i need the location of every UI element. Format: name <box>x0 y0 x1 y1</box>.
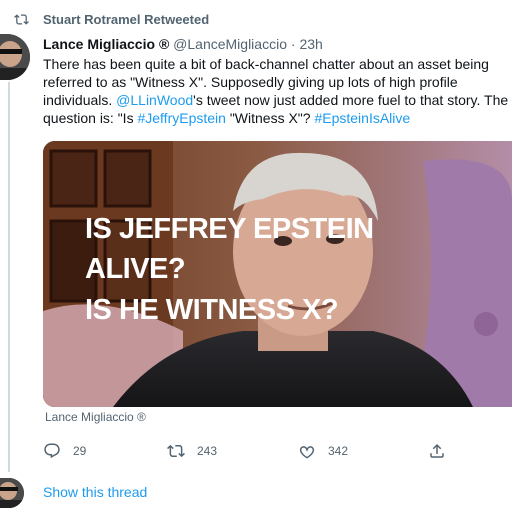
reply-button[interactable]: 29 <box>43 442 86 460</box>
share-button[interactable] <box>428 442 458 460</box>
retweet-banner[interactable]: Stuart Rotramel Retweeted <box>14 9 209 29</box>
retweet-icon <box>167 444 185 458</box>
tweet-text: There has been quite a bit of back-chann… <box>43 55 512 127</box>
avatar[interactable] <box>0 34 30 80</box>
like-button[interactable]: 342 <box>298 442 348 460</box>
show-thread-link[interactable]: Show this thread <box>43 484 147 500</box>
media-tag-caption[interactable]: Lance Migliaccio ® <box>45 410 146 424</box>
thread-connector-line <box>8 82 10 472</box>
time-separator: · <box>290 36 296 52</box>
tweet-actions: 29 243 342 <box>43 442 463 462</box>
tweet-text-segment: question is: "Is <box>43 110 138 126</box>
tweet-text-segment: 's tweet now just added more fuel to tha… <box>193 92 509 108</box>
tweet-text-line: referred to as "Witness X". Supposedly g… <box>43 74 458 90</box>
tweet-text-segment: "Witness X"? <box>225 110 315 126</box>
retweet-button[interactable]: 243 <box>167 442 217 460</box>
heart-icon <box>299 446 315 459</box>
retweet-icon <box>14 13 29 25</box>
tweet-text-segment: individuals. <box>43 92 117 108</box>
user-handle[interactable]: @LanceMigliaccio <box>173 36 287 52</box>
image-overlay-text: IS HE WITNESS X? <box>85 294 338 326</box>
image-overlay-text: ALIVE? <box>85 253 185 285</box>
like-count: 342 <box>328 444 349 458</box>
tweet-text-line: There has been quite a bit of back-chann… <box>43 56 489 72</box>
tweet-timestamp[interactable]: 23h <box>299 36 322 52</box>
image-overlay-text: IS JEFFREY EPSTEIN <box>85 213 374 245</box>
tweet-header: Lance Migliaccio ® @LanceMigliaccio · 23… <box>43 35 323 53</box>
reply-count: 29 <box>73 444 87 458</box>
verified-mark: ® <box>158 36 170 52</box>
tweet-text-line: individuals. @LLinWood's tweet now just … <box>43 91 512 109</box>
hashtag-link[interactable]: #EpsteinIsAlive <box>314 110 410 126</box>
reply-icon <box>44 443 60 459</box>
thread-avatar[interactable] <box>0 478 24 508</box>
tweet-text-line: question is: "Is #JeffryEpstein "Witness… <box>43 109 512 127</box>
mention-link[interactable]: @LLinWood <box>116 92 193 108</box>
hashtag-link[interactable]: #JeffryEpstein <box>137 110 225 126</box>
retweet-count: 243 <box>197 444 218 458</box>
tweet-media-image[interactable]: IS JEFFREY EPSTEIN ALIVE? IS HE WITNESS … <box>43 141 512 407</box>
retweet-banner-text: Stuart Rotramel Retweeted <box>43 11 210 27</box>
share-icon <box>430 443 444 458</box>
display-name[interactable]: Lance Migliaccio <box>43 36 155 52</box>
